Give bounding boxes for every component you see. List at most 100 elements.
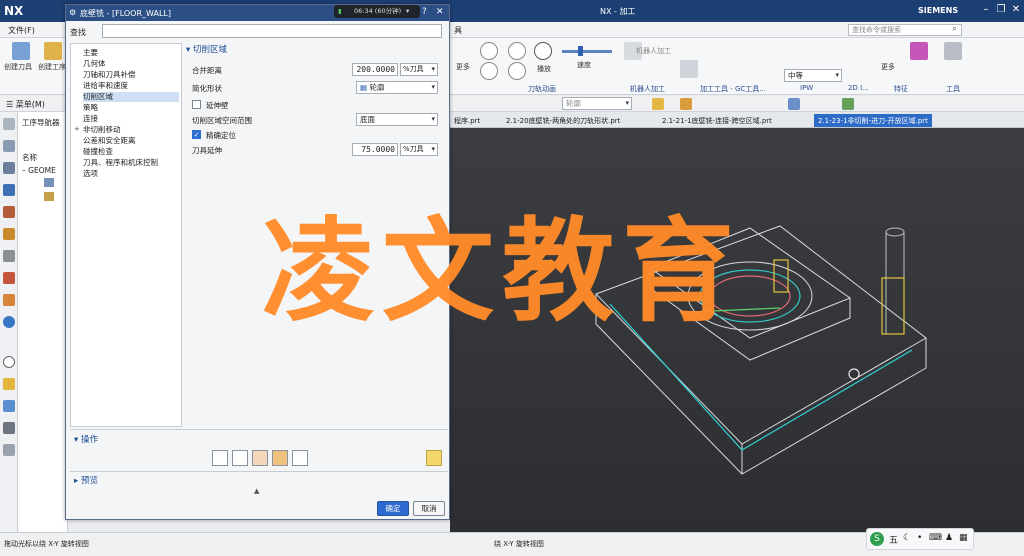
layer-icon[interactable]	[842, 98, 854, 110]
nav-geometry[interactable]: 几何体	[83, 59, 179, 69]
dialog-close-icon[interactable]: ✕	[436, 7, 444, 17]
tool-icon[interactable]	[680, 60, 698, 78]
part-navigator-icon[interactable]	[3, 140, 15, 152]
nav-tolerance[interactable]: 公差和安全距离	[83, 136, 179, 146]
screen-recorder-bar[interactable]: ▮ 06:34 (60分钟) ▾	[334, 5, 420, 18]
play-icon[interactable]	[534, 42, 552, 60]
help-icon[interactable]: ?	[422, 7, 427, 17]
nav-options[interactable]: 选项	[83, 169, 179, 179]
recorder-time: 06:34 (60分钟)	[354, 7, 402, 15]
nav-main[interactable]: 主要	[83, 48, 179, 58]
ime-logo-icon[interactable]: S	[870, 532, 884, 546]
more-label[interactable]: 更多	[456, 62, 470, 72]
robot-machining-label[interactable]: 机器人加工	[636, 46, 671, 56]
merge-distance-input[interactable]: 200.0000	[352, 63, 398, 76]
nav-cut-area[interactable]: 切削区域	[83, 92, 179, 102]
nav-collision[interactable]: 碰撞检查	[83, 147, 179, 157]
view-icon[interactable]	[788, 98, 800, 110]
speed-slider-handle[interactable]	[578, 46, 583, 56]
expand-icon[interactable]: +	[74, 125, 80, 133]
reuse-library-icon[interactable]	[3, 250, 15, 262]
tool-extension-unit[interactable]: %刀具 ▾	[400, 143, 438, 156]
extend-wall-checkbox[interactable]	[192, 100, 201, 109]
create-tool-icon[interactable]	[12, 42, 30, 60]
keyboard-icon[interactable]: ⌨	[929, 533, 942, 543]
space-range-select[interactable]: 底面 ▾	[356, 113, 438, 126]
assembly-navigator-icon[interactable]	[3, 162, 15, 174]
precise-checkbox[interactable]: ✓	[192, 130, 201, 139]
web-browser-icon[interactable]	[3, 316, 15, 328]
ime-mode[interactable]: 五	[889, 533, 898, 546]
menu-button[interactable]: ☰ 菜单(M)	[6, 99, 45, 110]
nav-strategy[interactable]: 策略	[83, 103, 179, 113]
close-icon[interactable]: ✕	[1010, 4, 1022, 16]
ok-button[interactable]: 确定	[377, 501, 409, 516]
speed-slider[interactable]	[562, 50, 612, 53]
search-icon[interactable]: ⌕	[952, 24, 957, 34]
tools-icon[interactable]	[944, 42, 962, 60]
nav-connections[interactable]: 连接	[83, 114, 179, 124]
gear-icon[interactable]: ⚙	[69, 8, 76, 17]
system-materials-icon[interactable]	[3, 378, 15, 390]
robot-nav-icon[interactable]	[3, 422, 15, 434]
rewind-icon[interactable]	[480, 62, 498, 80]
add-icon[interactable]	[426, 450, 442, 466]
doc-tab-4-active[interactable]: 2.1-23-1非切削-进刀-开放区域.prt	[814, 114, 932, 127]
command-search-input[interactable]: 查找命令或搜索	[848, 24, 962, 36]
user-icon[interactable]: ♟	[945, 533, 953, 543]
space-range-label: 切削区域空间范围	[192, 116, 252, 125]
doc-tab-3[interactable]: 2.1-21-1底壁铣-连接-跨空区域.prt	[658, 114, 776, 127]
nav-feeds-speeds[interactable]: 进给率和速度	[83, 81, 179, 91]
machine-tool-icon[interactable]	[3, 206, 15, 218]
recorder-menu-icon[interactable]: ▾	[406, 5, 409, 18]
play-label: 播放	[537, 65, 551, 73]
snap-icon[interactable]	[652, 98, 664, 110]
group-tools: 工具	[946, 85, 960, 93]
preview-header[interactable]: ▸ 预览	[74, 474, 98, 486]
maximize-icon[interactable]: ❐	[995, 4, 1007, 16]
list-icon[interactable]	[292, 450, 308, 466]
minimize-icon[interactable]: –	[980, 4, 992, 16]
navigator-item[interactable]: – GEOME	[22, 166, 56, 175]
ipw-resolution-select[interactable]: 中等 ▾	[784, 69, 842, 82]
doc-tab-1[interactable]: 程序.prt	[450, 114, 484, 127]
history-icon[interactable]	[3, 356, 15, 368]
misc-icon[interactable]	[3, 444, 15, 456]
process-icon[interactable]	[3, 294, 15, 306]
find-input[interactable]	[102, 24, 442, 38]
simulate-icon[interactable]	[272, 450, 288, 466]
nav-non-cutting[interactable]: 非切削移动	[83, 125, 179, 135]
more-label-2[interactable]: 更多	[881, 62, 895, 72]
simplify-select[interactable]: ▦ 轮廓 ▾	[356, 81, 438, 94]
nav-tool-program-machine[interactable]: 刀具、程序和机床控制	[83, 158, 179, 168]
tool-extension-input[interactable]: 75.0000	[352, 143, 398, 156]
verify-icon[interactable]	[252, 450, 268, 466]
create-operation-icon[interactable]	[44, 42, 62, 60]
operations-header[interactable]: ▾ 操作	[74, 433, 98, 445]
step-back-icon[interactable]	[480, 42, 498, 60]
cancel-button[interactable]: 取消	[413, 501, 445, 516]
extend-wall-label: 延伸壁	[206, 101, 229, 110]
snap-icon-2[interactable]	[680, 98, 692, 110]
roles-icon[interactable]	[3, 400, 15, 412]
moon-icon[interactable]: ☾	[903, 533, 911, 543]
punctuation-icon[interactable]: •	[917, 533, 922, 543]
settings-icon[interactable]	[3, 118, 15, 130]
collapse-icon[interactable]: ▲	[254, 487, 259, 495]
tool-library-icon[interactable]	[3, 228, 15, 240]
generate-icon[interactable]	[212, 450, 228, 466]
fast-forward-icon[interactable]	[508, 62, 526, 80]
step-forward-icon[interactable]	[508, 42, 526, 60]
selection-filter[interactable]: 轮廓 ▾	[562, 97, 632, 110]
doc-tab-2[interactable]: 2.1-20底壁铣-两角处的刀轨形状.prt	[502, 114, 624, 127]
operation-navigator-icon[interactable]	[3, 184, 15, 196]
nav-tool-axis[interactable]: 刀轴和刀具补偿	[83, 70, 179, 80]
merge-distance-unit[interactable]: %刀具 ▾	[400, 63, 438, 76]
feature-icon[interactable]	[910, 42, 928, 60]
settings-grid-icon[interactable]: ▦	[959, 533, 968, 543]
file-menu[interactable]: 文件(F)	[8, 25, 35, 36]
replay-icon[interactable]	[232, 450, 248, 466]
material-icon[interactable]	[3, 272, 15, 284]
mcs-icon	[44, 178, 54, 187]
tool-position-marker	[848, 368, 860, 380]
